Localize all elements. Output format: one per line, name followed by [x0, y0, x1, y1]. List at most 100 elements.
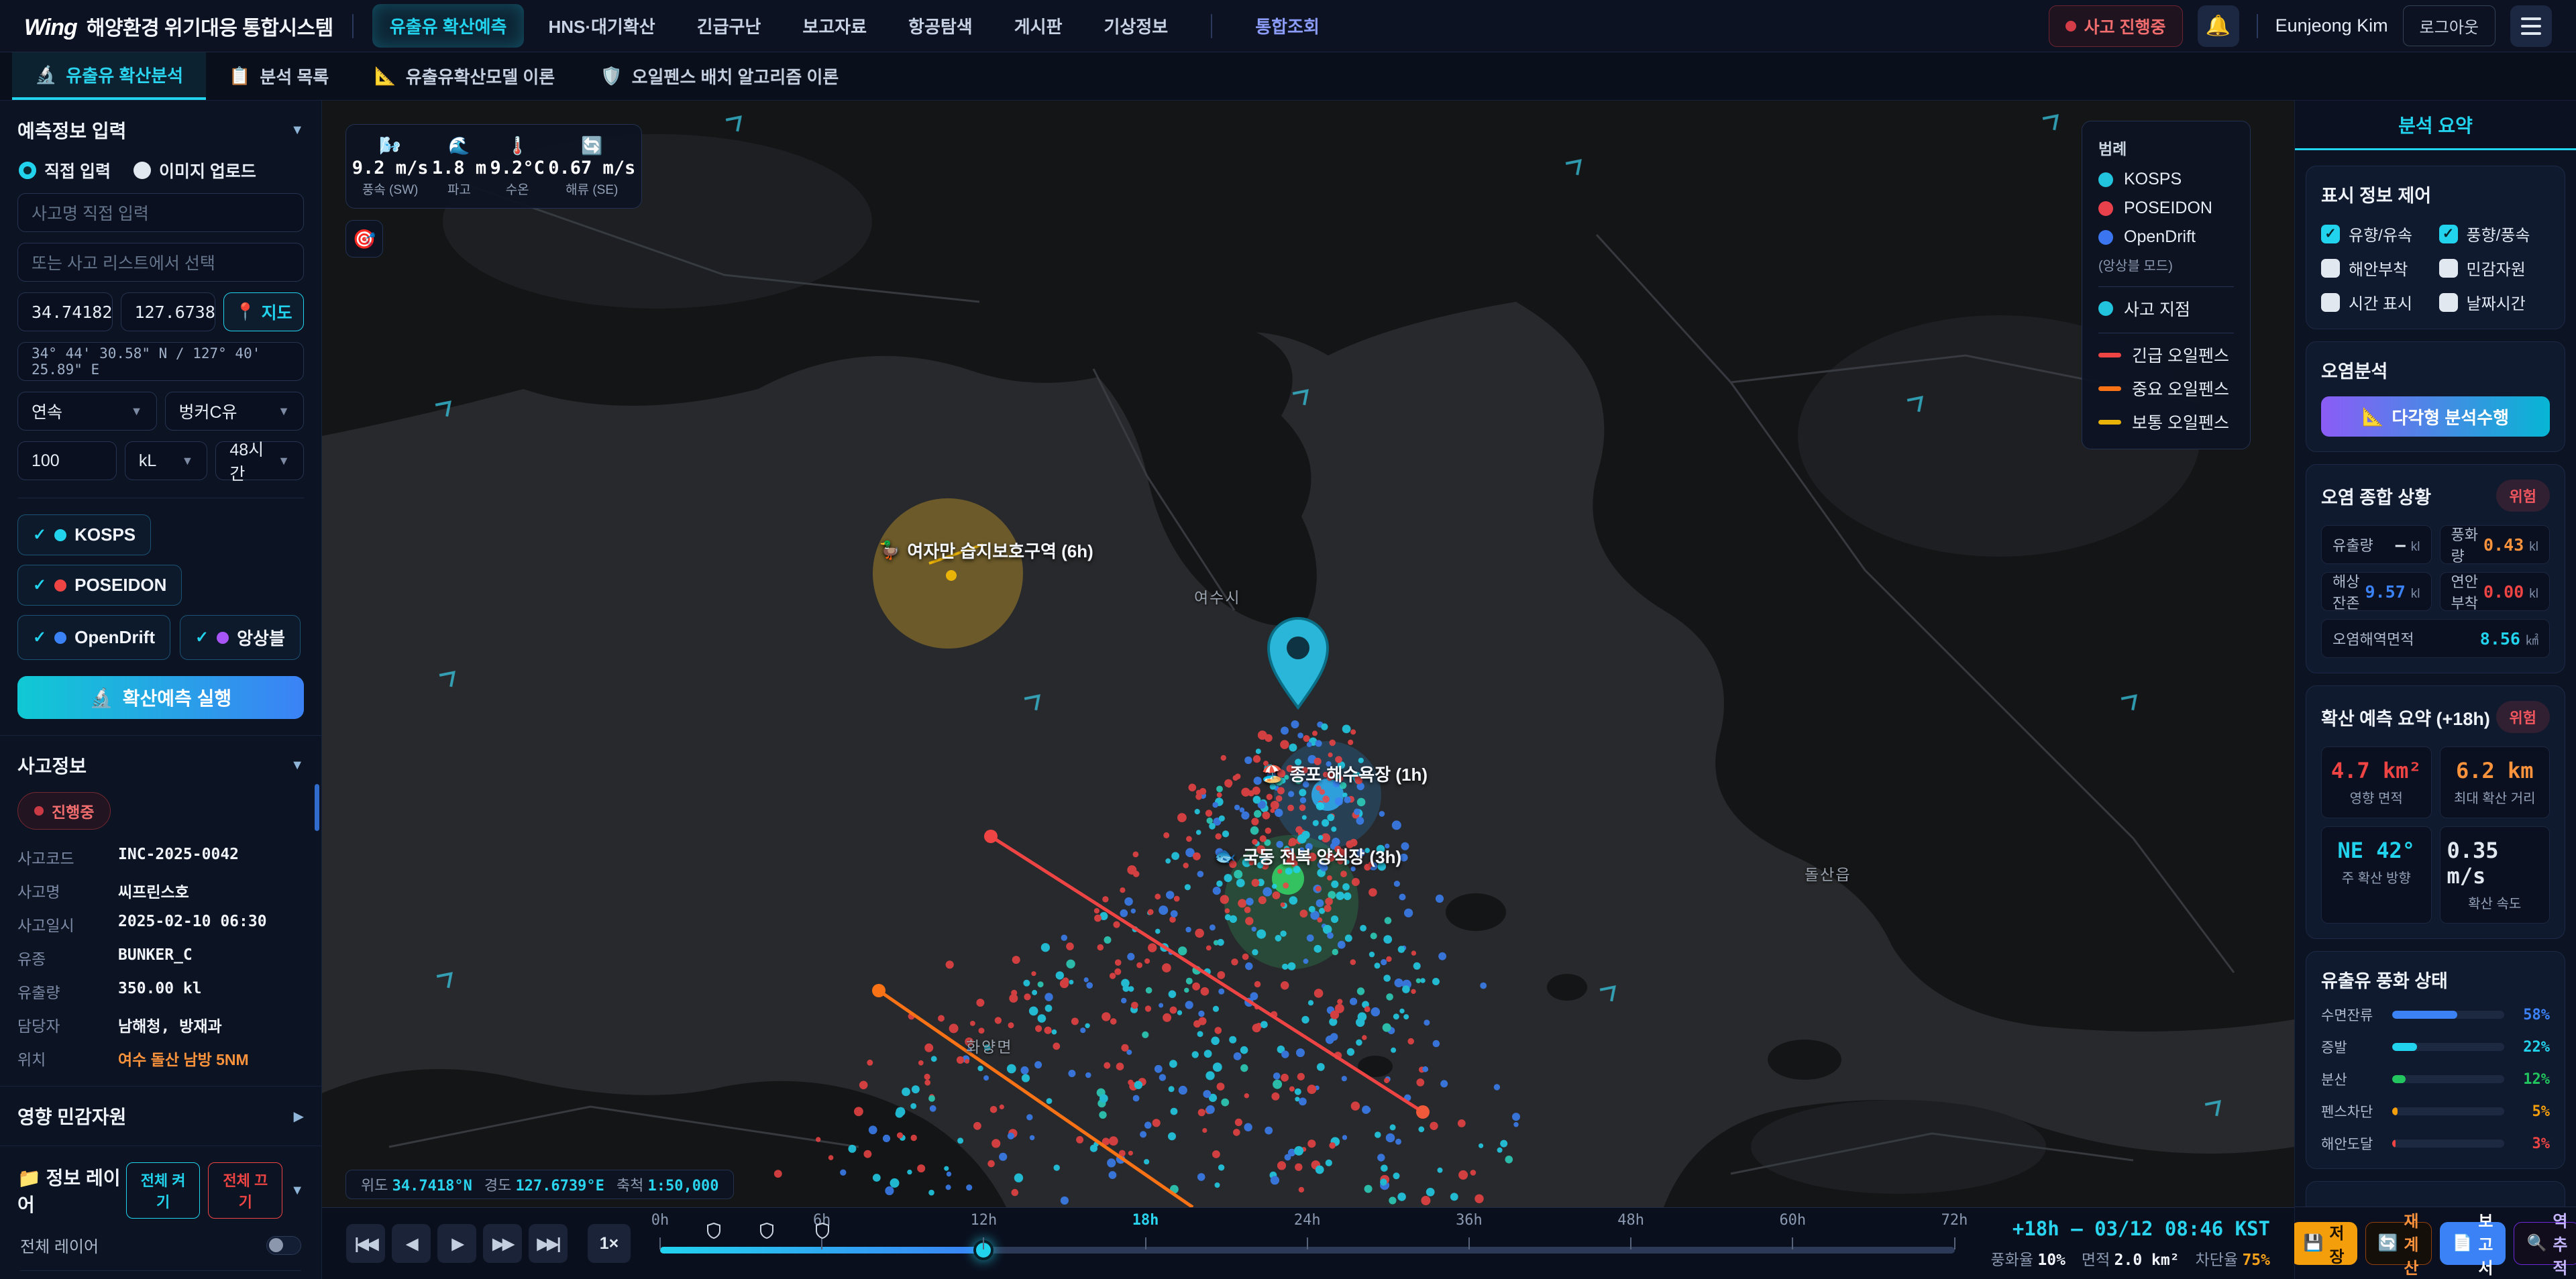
tab-0[interactable]: 🔬유출유 확산분석	[12, 52, 206, 100]
unit-select[interactable]: kL▼	[125, 441, 207, 480]
longitude-input[interactable]: 127.673856994	[121, 292, 216, 331]
incident-detail-list: 사고코드INC-2025-0042사고명씨프린스호사고일시2025-02-10 …	[17, 846, 304, 1070]
status-오염해역면적: 오염해역면적8.56㎢	[2321, 619, 2550, 658]
danger-badge: 위험	[2496, 701, 2550, 733]
duration-select[interactable]: 48시간▼	[215, 441, 304, 480]
nav-item-4[interactable]: 항공탐색	[891, 4, 990, 48]
legend-dot-icon	[2098, 201, 2113, 216]
radio-direct-input[interactable]: 직접 입력	[19, 158, 111, 182]
incident-name-input[interactable]: 사고명 직접 입력	[17, 193, 304, 232]
amount-input[interactable]: 100	[17, 441, 117, 480]
tab-1[interactable]: 📋분석 목록	[206, 52, 352, 100]
notifications-button[interactable]: 🔔	[2198, 5, 2239, 47]
polygon-analysis-button[interactable]: 📐 다각형 분석수행	[2321, 396, 2550, 437]
incident-status-badge: 진행중	[17, 792, 111, 830]
model-chip-opendrift[interactable]: ✓OpenDrift	[17, 615, 170, 660]
nav-item-5[interactable]: 게시판	[997, 4, 1080, 48]
readout-차단율: 차단율 75%	[2196, 1247, 2270, 1270]
model-chip-poseidon[interactable]: ✓POSEIDON	[17, 565, 182, 606]
collapse-icon[interactable]: ▼	[290, 1183, 304, 1199]
incident-list-select[interactable]: 또는 사고 리스트에서 선택	[17, 243, 304, 282]
map-coordinates-bar: 위도 34.7418°N 경도 127.6739°E 축척 1:50,000	[345, 1170, 734, 1199]
weather-icon: 🔄	[581, 135, 602, 156]
collapse-icon[interactable]: ▼	[290, 123, 304, 138]
all-layers-off-button[interactable]: 전체 끄기	[208, 1162, 282, 1219]
fence-deploy-marker-icon[interactable]	[707, 1223, 720, 1242]
spill-type-select[interactable]: 연속▼	[17, 392, 157, 431]
fence-deploy-marker-icon[interactable]	[760, 1223, 773, 1242]
play-button[interactable]: ▶	[437, 1224, 476, 1263]
model-chip-앙상블[interactable]: ✓앙상블	[180, 615, 301, 660]
재계산-button[interactable]: 🔄재계산	[2365, 1222, 2432, 1265]
expand-icon[interactable]: ▶	[294, 1108, 304, 1125]
tick-18h: 18h	[1132, 1212, 1159, 1229]
latitude-input[interactable]: 34.741827129	[17, 292, 113, 331]
display-check-날짜시간[interactable]: 날짜시간	[2439, 290, 2551, 314]
divider	[2257, 14, 2258, 38]
incident-active-badge[interactable]: 사고 진행중	[2049, 5, 2183, 47]
logout-button[interactable]: 로그아웃	[2403, 5, 2496, 46]
display-check-해안부착[interactable]: 해안부착	[2321, 256, 2432, 280]
tick-mark	[659, 1237, 661, 1249]
collapse-icon[interactable]: ▼	[290, 758, 304, 773]
skip-end-button[interactable]: ▶▶|	[529, 1224, 568, 1263]
fence-deploy-marker-icon[interactable]	[816, 1223, 829, 1242]
hamburger-menu-button[interactable]	[2510, 5, 2552, 47]
recenter-target-button[interactable]: 🎯	[345, 220, 383, 258]
danger-badge: 위험	[2496, 480, 2550, 512]
skip-start-button[interactable]: |◀◀	[346, 1224, 385, 1263]
legend-model-opendrift: OpenDrift	[2098, 227, 2234, 247]
playback-speed-button[interactable]: 1×	[588, 1224, 631, 1263]
nav-item-1[interactable]: HNS·대기확산	[531, 4, 672, 48]
oil-type-select[interactable]: 벙커C유▼	[165, 392, 305, 431]
pick-on-map-button[interactable]: 📍 지도	[223, 292, 304, 331]
fast-forward-button[interactable]: ▶▶	[483, 1224, 522, 1263]
model-color-dot	[217, 632, 229, 644]
weathering-bar-증발: 증발22%	[2321, 1037, 2550, 1057]
display-check-유향/유속[interactable]: ✓유향/유속	[2321, 222, 2432, 245]
legend-fence-item: 중요 오일펜스	[2098, 376, 2234, 400]
model-chip-kosps[interactable]: ✓KOSPS	[17, 514, 151, 555]
check-icon: ✓	[33, 628, 46, 647]
tab-2[interactable]: 📐유출유확산모델 이론	[352, 52, 578, 100]
ruler-icon: 📐	[2362, 406, 2383, 427]
forecast-stat-확산 속도: 0.35 m/s확산 속도	[2440, 826, 2551, 924]
step-back-button[interactable]: ◀	[392, 1224, 431, 1263]
main-nav: 유출유 확산예측HNS·대기확산긴급구난보고자료항공탐색게시판기상정보 통합조회	[372, 4, 1337, 48]
map-canvas[interactable]: 🌬️9.2 m/s풍속 (SW)🌊1.8 m파고🌡️9.2°C수온🔄0.67 m…	[322, 101, 2294, 1207]
readout-풍화율: 풍화율 10%	[1991, 1247, 2065, 1270]
incident-info-section: 사고정보 ▼ 진행중 사고코드INC-2025-0042사고명씨프린스호사고일시…	[0, 736, 321, 1087]
readout-면적: 면적 2.0 km²	[2082, 1247, 2180, 1270]
all-layers-toggle[interactable]	[266, 1236, 301, 1255]
incident-pin-icon	[1269, 618, 1328, 708]
weather-cell-0: 🌬️9.2 m/s풍속 (SW)	[352, 135, 429, 198]
nav-item-0[interactable]: 유출유 확산예측	[372, 4, 525, 48]
place-label-hwayang: 화양면	[966, 1034, 1012, 1057]
역추적-button[interactable]: 🔍역추적	[2514, 1222, 2576, 1265]
nav-item-integrated-search[interactable]: 통합조회	[1238, 4, 1337, 48]
all-layers-on-button[interactable]: 전체 켜기	[126, 1162, 201, 1219]
보고서-button[interactable]: 📄보고서	[2440, 1222, 2506, 1265]
vessel-spec-card[interactable]: 🚢 사고 선박 제원 ▸	[2306, 1181, 2565, 1207]
panel-tab-analysis-summary[interactable]: 분석 요약	[2295, 101, 2576, 150]
nav-item-6[interactable]: 기상정보	[1087, 4, 1186, 48]
display-check-시간 표시[interactable]: 시간 표시	[2321, 290, 2432, 314]
app-root: Wing 해양환경 위기대응 통합시스템 유출유 확산예측HNS·대기확산긴급구…	[0, 0, 2576, 1279]
tick-mark	[1307, 1237, 1308, 1249]
저장-button[interactable]: 💾저장	[2291, 1222, 2357, 1265]
weather-cell-1: 🌊1.8 m파고	[432, 135, 486, 198]
radio-icon	[133, 162, 151, 179]
incident-row: 유출량350.00 kl	[17, 980, 304, 1003]
run-forecast-button[interactable]: 🔬 확산예측 실행	[17, 676, 304, 719]
fence-line-icon	[2098, 386, 2121, 391]
display-check-풍향/풍속[interactable]: ✓풍향/풍속	[2439, 222, 2551, 245]
incident-row: 사고코드INC-2025-0042	[17, 846, 304, 869]
저장-icon: 💾	[2304, 1233, 2324, 1253]
nav-item-2[interactable]: 긴급구난	[680, 4, 779, 48]
chevron-down-icon: ▼	[278, 454, 290, 468]
radio-image-upload[interactable]: 이미지 업로드	[133, 158, 256, 182]
hamburger-icon	[2521, 17, 2541, 20]
display-check-민감자원[interactable]: 민감자원	[2439, 256, 2551, 280]
tab-3[interactable]: 🛡️오일펜스 배치 알고리즘 이론	[578, 52, 861, 100]
nav-item-3[interactable]: 보고자료	[785, 4, 884, 48]
